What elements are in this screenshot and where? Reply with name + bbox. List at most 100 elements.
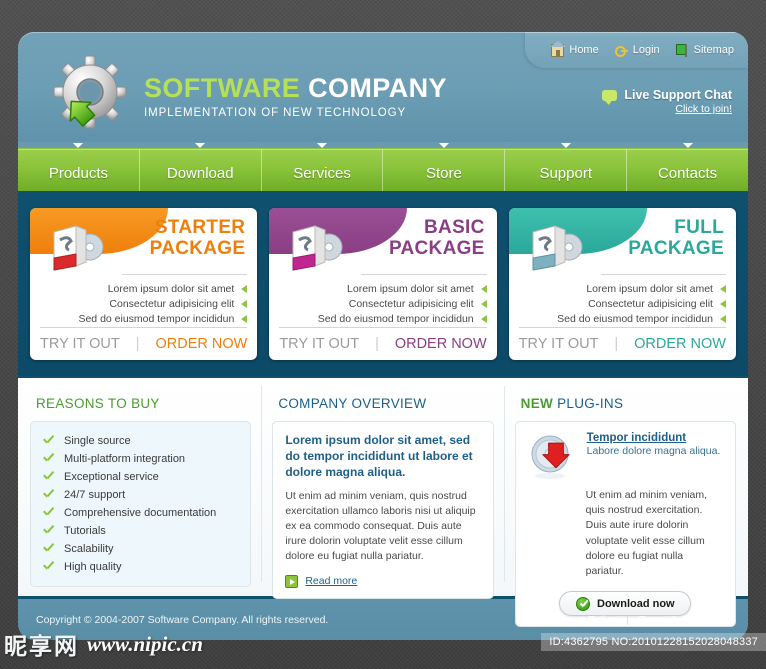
brand-word-2: COMPANY <box>300 73 447 103</box>
package-title-basic: BASIC PACKAGE <box>388 217 485 259</box>
overview-heading: COMPANY OVERVIEW <box>278 396 427 411</box>
top-nav-sitemap[interactable]: Sitemap <box>675 43 734 57</box>
column-company-overview: COMPANY OVERVIEW Lorem ipsum dolor sit a… <box>261 386 494 599</box>
chevron-down-icon <box>438 143 449 148</box>
check-icon <box>43 526 55 536</box>
nav-item-products-label: Products <box>48 165 109 182</box>
package-title-starter: STARTER PACKAGE <box>150 217 246 259</box>
overview-body: Ut enim ad minim veniam, quis nostrud ex… <box>285 489 476 563</box>
plugin-header-row: Tempor incididunt Labore dolore magna al… <box>528 432 723 480</box>
nav-item-support[interactable]: Support <box>505 143 628 191</box>
overview-title: Lorem ipsum dolor sit amet, sed do tempo… <box>285 433 473 480</box>
live-support-title: Live Support Chat <box>624 88 732 102</box>
overview-panel: Lorem ipsum dolor sit amet, sed do tempo… <box>272 421 494 599</box>
green-check-circle-icon <box>576 596 590 611</box>
package-title-line1: BASIC <box>424 217 485 238</box>
package-title-full: FULL PACKAGE <box>628 217 724 259</box>
package-features-basic: Lorem ipsum dolor sit amet Consectetur a… <box>277 274 487 326</box>
live-support-block[interactable]: Live Support Chat Click to join! <box>602 88 732 115</box>
bullet-triangle-icon <box>480 314 487 323</box>
bullet-triangle-icon <box>719 299 726 308</box>
brand-name: SOFTWARE COMPANY <box>144 75 447 102</box>
footer-link-separator: | <box>626 613 629 626</box>
column-new-plugins: NEW PLUG-INS Tempor incididunt Labore do… <box>503 386 736 628</box>
top-nav-login-label: Login <box>632 44 660 56</box>
top-utility-nav: Home Login Sitemap <box>525 32 748 68</box>
lower-content: REASONS TO BUY Single source Multi-platf… <box>18 376 748 628</box>
nav-item-services[interactable]: Services <box>261 143 384 191</box>
reason-item: 24/7 support <box>43 486 238 504</box>
plugin-title-link[interactable]: Tempor incididunt <box>587 432 721 444</box>
divider <box>600 274 726 275</box>
package-title-line2: PACKAGE <box>388 237 485 259</box>
brand-tagline: IMPLEMENTATION OF NEW TECHNOLOGY <box>144 107 407 119</box>
nav-item-download[interactable]: Download <box>139 143 262 191</box>
package-feature-item: Consectetur adipisicing elit <box>38 296 248 311</box>
package-feature-item: Consectetur adipisicing elit <box>277 296 487 311</box>
package-actions-full: TRY IT OUT | ORDER NOW <box>518 327 726 352</box>
brand-text: SOFTWARE COMPANY IMPLEMENTATION OF NEW T… <box>144 69 447 120</box>
privacy-policy-link[interactable]: Privacy Policy <box>551 614 616 626</box>
page-shell: Home Login Sitemap SOFTWARE COMPANY IMPL… <box>18 32 748 641</box>
check-icon <box>43 544 55 554</box>
nav-item-contacts[interactable]: Contacts <box>627 143 748 191</box>
chevron-down-icon <box>73 143 84 148</box>
top-nav-login[interactable]: Login <box>614 44 660 57</box>
top-nav-home-label: Home <box>569 44 599 56</box>
read-more-row[interactable]: Read more <box>285 574 480 588</box>
check-icon <box>43 454 55 464</box>
chat-bubble-icon <box>602 89 618 105</box>
software-box-icon <box>525 220 589 272</box>
reason-item: Multi-platform integration <box>43 450 238 468</box>
check-icon <box>43 508 55 518</box>
order-now-button[interactable]: ORDER NOW <box>155 336 247 352</box>
package-feature-item: Sed do eiusmod tempor incididun <box>277 311 487 326</box>
package-features-starter: Lorem ipsum dolor sit amet Consectetur a… <box>38 274 248 326</box>
bullet-triangle-icon <box>719 314 726 323</box>
nav-item-download-label: Download <box>166 165 234 182</box>
software-box-icon <box>285 220 349 272</box>
key-icon <box>614 44 628 57</box>
plugins-heading-new: NEW <box>520 396 554 411</box>
top-nav-home[interactable]: Home <box>550 40 599 57</box>
chevron-down-icon <box>317 143 328 148</box>
terms-conditions-link[interactable]: Terms & Conditions <box>639 614 730 626</box>
nav-item-contacts-label: Contacts <box>657 165 718 182</box>
package-card-full[interactable]: FULL PACKAGE Lorem ipsum dolor sit amet … <box>508 208 736 360</box>
gear-arrow-logo-icon <box>48 52 132 136</box>
chevron-down-icon <box>560 143 571 148</box>
packages-section: STARTER PACKAGE Lorem ipsum dolor sit am… <box>18 194 748 376</box>
plugin-titles: Tempor incididunt Labore dolore magna al… <box>587 432 721 480</box>
nav-item-services-label: Services <box>293 165 351 182</box>
package-actions-basic: TRY IT OUT | ORDER NOW <box>279 327 487 352</box>
copyright-text: Copyright © 2004-2007 Software Company. … <box>36 613 329 626</box>
try-it-out-button[interactable]: TRY IT OUT <box>519 336 599 352</box>
home-icon <box>550 40 567 57</box>
flag-icon <box>675 43 689 57</box>
brand-logo[interactable]: SOFTWARE COMPANY IMPLEMENTATION OF NEW T… <box>48 52 447 136</box>
package-feature-item: Lorem ipsum dolor sit amet <box>277 281 487 296</box>
nav-item-products[interactable]: Products <box>18 143 140 191</box>
package-title-line1: STARTER <box>154 217 246 238</box>
package-title-line2: PACKAGE <box>628 237 724 259</box>
bullet-triangle-icon <box>719 284 726 293</box>
package-card-starter[interactable]: STARTER PACKAGE Lorem ipsum dolor sit am… <box>30 208 258 360</box>
reason-item: Tutorials <box>43 522 238 540</box>
software-box-icon <box>46 220 110 272</box>
try-it-out-button[interactable]: TRY IT OUT <box>40 336 120 352</box>
package-title-line1: FULL <box>674 217 724 238</box>
check-icon <box>43 562 55 572</box>
live-support-title-row: Live Support Chat <box>602 88 732 105</box>
plugins-heading: NEW PLUG-INS <box>515 386 736 421</box>
bullet-triangle-icon <box>241 314 248 323</box>
try-it-out-button[interactable]: TRY IT OUT <box>279 336 359 352</box>
read-more-link[interactable]: Read more <box>305 575 357 587</box>
nav-item-store[interactable]: Store <box>383 143 506 191</box>
bullet-triangle-icon <box>241 284 248 293</box>
brand-word-1: SOFTWARE <box>144 73 301 103</box>
live-support-join-link[interactable]: Click to join! <box>602 103 732 115</box>
action-separator: | <box>614 335 619 352</box>
order-now-button[interactable]: ORDER NOW <box>634 336 726 352</box>
order-now-button[interactable]: ORDER NOW <box>395 336 487 352</box>
package-card-basic[interactable]: BASIC PACKAGE Lorem ipsum dolor sit amet… <box>269 208 497 360</box>
